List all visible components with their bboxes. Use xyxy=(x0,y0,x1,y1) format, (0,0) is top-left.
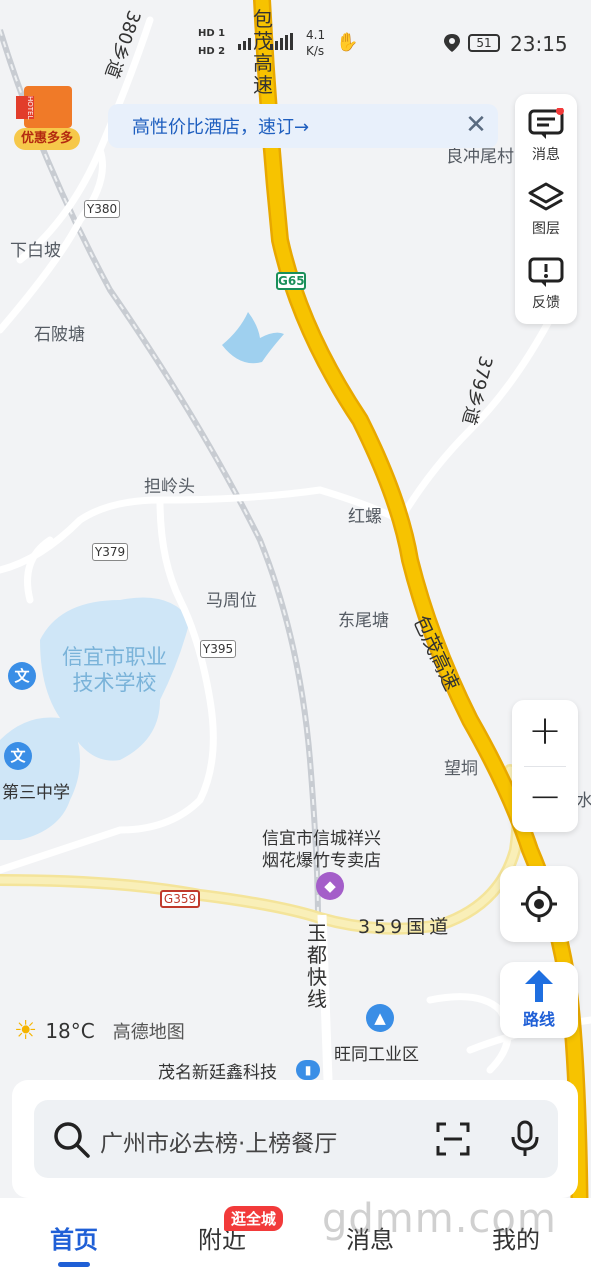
message-icon xyxy=(528,108,564,139)
road-shield-g359: G359 xyxy=(160,890,200,908)
place-label: 担岭头 xyxy=(144,477,195,497)
route-label: 路线 xyxy=(522,1010,555,1029)
place-label: 望垌 xyxy=(444,759,478,779)
park-label: 旺同工业区 xyxy=(334,1045,419,1065)
microphone-icon[interactable] xyxy=(510,1120,540,1158)
road-shield-y395: Y395 xyxy=(200,640,236,658)
temperature: 18°C xyxy=(45,1019,95,1043)
place-label: 水 xyxy=(576,791,591,811)
messages-label: 消息 xyxy=(532,147,560,163)
feedback-icon xyxy=(528,257,564,287)
net-speed-unit: K/s xyxy=(306,44,325,58)
zoom-out-button[interactable]: − xyxy=(512,766,578,832)
school-label: 信宜市职业 技术学校 xyxy=(62,645,167,695)
hotel-ad-banner[interactable]: 高性价比酒店，速订→ ✕ xyxy=(108,104,498,148)
zoom-in-button[interactable]: + xyxy=(512,700,578,766)
layers-icon xyxy=(528,182,564,211)
place-label: 马周位 xyxy=(206,591,257,611)
nearby-badge: 逛全城 xyxy=(224,1206,284,1231)
search-placeholder: 广州市必去榜·上榜餐厅 xyxy=(100,1131,338,1157)
status-bar: HD 1 HD 2 4.1 K/s ✋ 51 23:15 xyxy=(0,0,591,88)
place-label: 下白坡 xyxy=(10,241,61,261)
place-label: 红螺 xyxy=(348,507,382,527)
messages-button[interactable]: 消息 xyxy=(515,100,577,170)
road-shield-g65: G65 xyxy=(276,272,306,290)
clock: 23:15 xyxy=(510,32,568,56)
school-icon[interactable]: 文 xyxy=(4,742,32,770)
feedback-label: 反馈 xyxy=(532,295,560,311)
industrial-park-icon[interactable]: ▲ xyxy=(366,1004,394,1032)
school-icon[interactable]: 文 xyxy=(8,662,36,690)
layers-button[interactable]: 图层 xyxy=(515,174,577,244)
feedback-button[interactable]: 反馈 xyxy=(515,248,577,318)
location-icon xyxy=(444,34,460,52)
search-icon xyxy=(54,1122,90,1158)
route-button[interactable]: 路线 xyxy=(500,962,578,1038)
road-shield-y379: Y379 xyxy=(92,543,128,561)
road-name-yudu: 玉都快线 xyxy=(307,921,327,1011)
place-label: 石陂塘 xyxy=(34,325,85,345)
company-icon[interactable]: ▮ xyxy=(296,1060,320,1080)
place-label: 东尾塘 xyxy=(338,611,389,631)
hotel-promo-icon[interactable]: HOTEL 优惠多多 xyxy=(14,86,80,152)
route-arrow-icon xyxy=(525,970,553,1002)
close-icon[interactable]: ✕ xyxy=(462,112,490,140)
bottom-sheet: 广州市必去榜·上榜餐厅 xyxy=(12,1080,578,1198)
sim1-indicator: HD 1 xyxy=(198,28,226,39)
battery-icon: 51 xyxy=(468,34,500,52)
tab-home[interactable]: 首页 xyxy=(24,1220,124,1255)
crosshair-icon xyxy=(521,886,557,922)
hotel-promo-sign: HOTEL xyxy=(16,96,34,120)
scan-icon[interactable] xyxy=(436,1122,470,1156)
zoom-controls: + − xyxy=(512,700,578,832)
sun-icon: ☀ xyxy=(14,1016,38,1046)
sim2-indicator: HD 2 xyxy=(198,46,226,57)
hand-icon: ✋ xyxy=(336,32,359,53)
locate-button[interactable] xyxy=(500,866,578,942)
road-shield-y380: Y380 xyxy=(84,200,120,218)
net-speed-value: 4.1 xyxy=(306,28,326,42)
layers-label: 图层 xyxy=(532,221,560,237)
search-input[interactable]: 广州市必去榜·上榜餐厅 xyxy=(34,1100,558,1178)
banner-text: 高性价比酒店，速订→ xyxy=(132,117,310,138)
shop-icon[interactable]: ◆ xyxy=(316,872,344,900)
road-name-guodao-359: 359国道 xyxy=(358,916,453,938)
weather-widget[interactable]: ☀ 18°C 高德地图 xyxy=(14,1016,185,1046)
hotel-promo-label: 优惠多多 xyxy=(14,128,80,150)
watermark: gdmm.com xyxy=(322,1196,557,1242)
map-side-panel: 消息 图层 反馈 xyxy=(515,94,577,324)
signal-icon xyxy=(238,33,293,50)
active-tab-indicator xyxy=(58,1262,90,1267)
shop-label: 信宜市信城祥兴 烟花爆竹专卖店 xyxy=(262,829,381,871)
school-label: 第三中学 xyxy=(2,783,70,803)
map-provider-logo: 高德地图 xyxy=(112,1022,185,1043)
